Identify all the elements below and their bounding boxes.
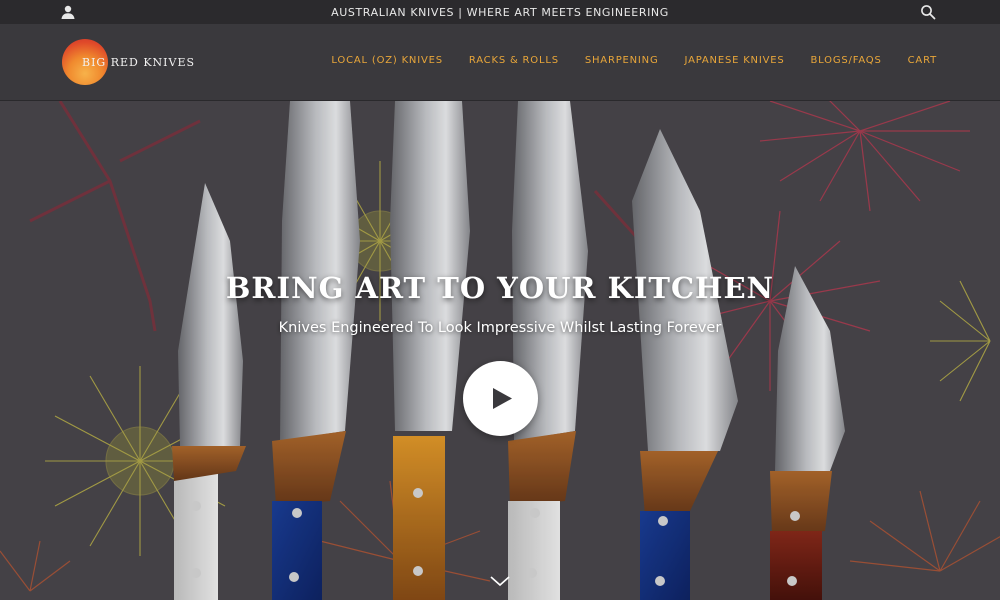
hero-title: BRING ART TO YOUR KITCHEN <box>225 271 775 305</box>
logo-text: BIG RED KNIVES <box>82 55 196 69</box>
search-icon[interactable] <box>920 4 936 20</box>
announcement-text: AUSTRALIAN KNIVES | WHERE ART MEETS ENGI… <box>331 5 669 19</box>
announcement-bar: AUSTRALIAN KNIVES | WHERE ART MEETS ENGI… <box>0 0 1000 24</box>
user-icon[interactable] <box>60 4 76 20</box>
nav-sharpening[interactable]: SHARPENING <box>585 55 659 66</box>
nav-racks-rolls[interactable]: RACKS & ROLLS <box>469 55 559 66</box>
nav-blogs-faqs[interactable]: BLOGS/FAQS <box>811 55 882 66</box>
hero-banner: BRING ART TO YOUR KITCHEN Knives Enginee… <box>0 101 1000 600</box>
nav-cart[interactable]: CART <box>908 55 937 66</box>
hero-knives-image <box>0 101 1000 600</box>
nav-japanese-knives[interactable]: JAPANESE KNIVES <box>685 55 785 66</box>
play-icon <box>493 388 512 409</box>
main-nav: LOCAL (OZ) KNIVES RACKS & ROLLS SHARPENI… <box>331 55 937 66</box>
brand-logo[interactable]: BIG RED KNIVES <box>62 39 195 85</box>
nav-local-knives[interactable]: LOCAL (OZ) KNIVES <box>331 55 442 66</box>
hero-subtitle: Knives Engineered To Look Impressive Whi… <box>278 320 722 336</box>
chevron-down-icon[interactable] <box>489 573 511 587</box>
site-header: BIG RED KNIVES LOCAL (OZ) KNIVES RACKS &… <box>0 24 1000 101</box>
play-video-button[interactable] <box>463 361 538 436</box>
